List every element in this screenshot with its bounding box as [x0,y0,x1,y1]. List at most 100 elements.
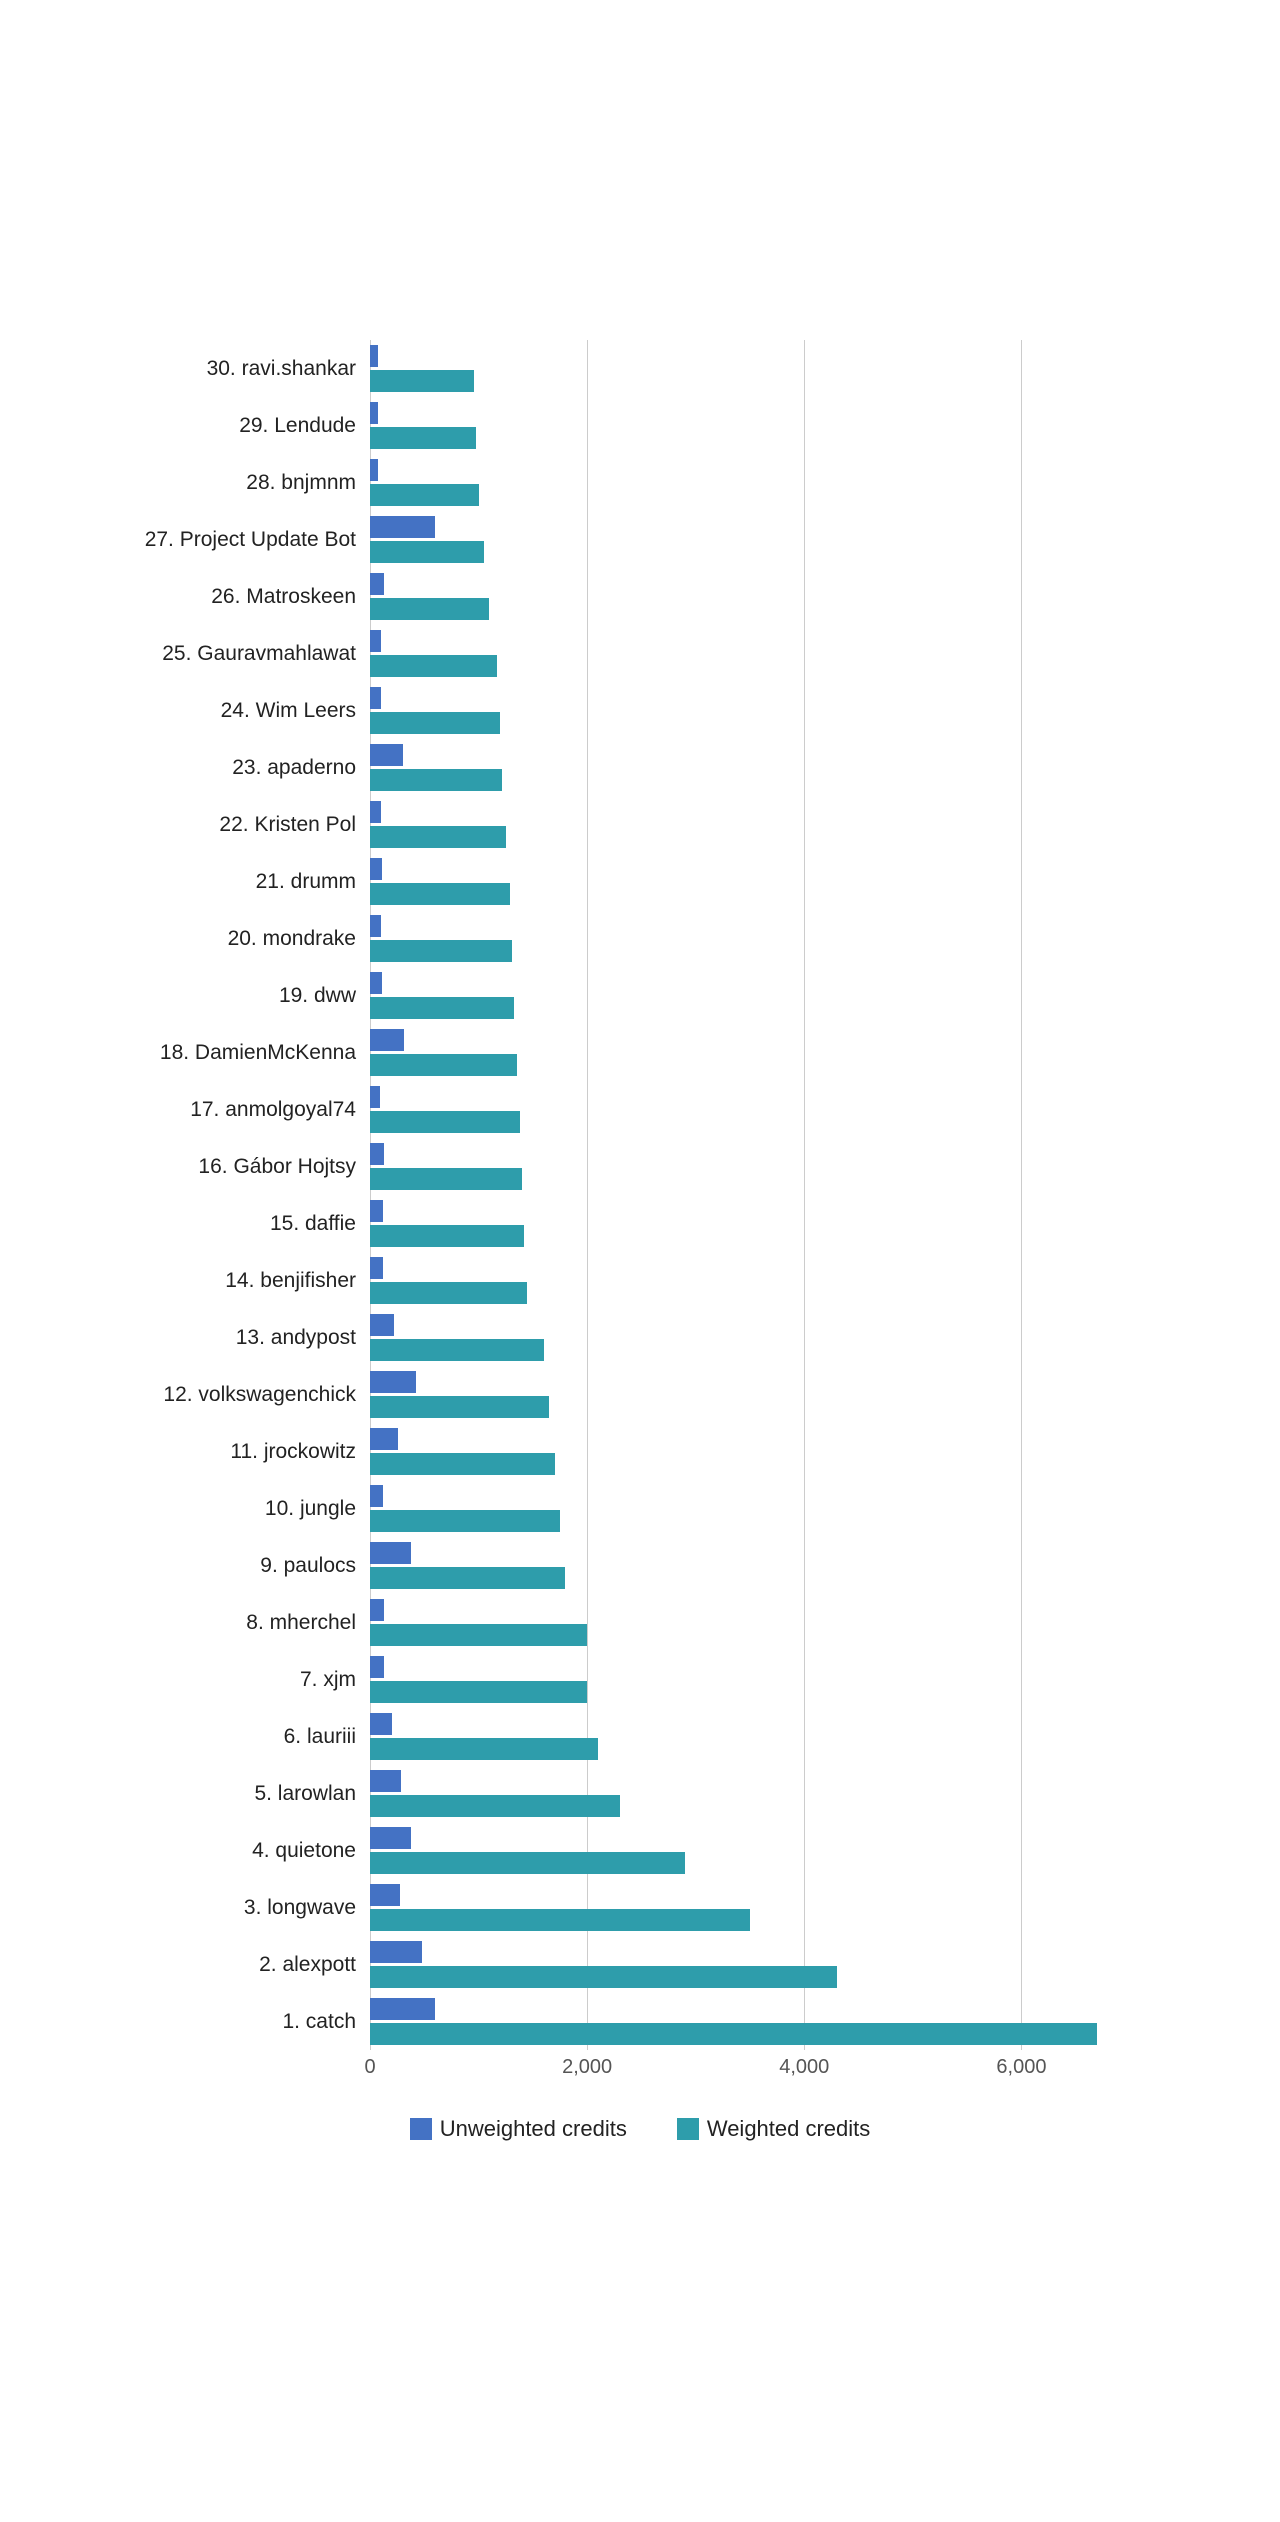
bar-unweighted [370,402,378,424]
bars-wrapper [370,573,489,620]
row-label: 21. drumm [110,870,370,894]
row-group: 28. bnjmnm [110,454,1170,511]
bars-wrapper [370,1542,565,1589]
x-axis-row: 02,0004,0006,000 [370,2056,1130,2086]
row-label: 19. dww [110,984,370,1008]
row-label: 1. catch [110,2010,370,2034]
full-chart: 30. ravi.shankar29. Lendude28. bnjmnm27.… [110,340,1170,2050]
row-group: 5. larowlan [110,1765,1170,1822]
row-group: 16. Gábor Hojtsy [110,1138,1170,1195]
row-group: 22. Kristen Pol [110,796,1170,853]
row-label: 12. volkswagenchick [110,1383,370,1407]
bars-wrapper [370,1086,520,1133]
row-label: 20. mondrake [110,927,370,951]
bars-wrapper [370,345,474,392]
bar-weighted [370,1168,522,1190]
row-group: 15. daffie [110,1195,1170,1252]
bars-wrapper [370,915,512,962]
bar-weighted [370,1054,517,1076]
bar-weighted [370,883,510,905]
bar-unweighted [370,1884,400,1906]
bars-wrapper [370,1941,837,1988]
bar-unweighted [370,345,378,367]
row-label: 4. quietone [110,1839,370,1863]
row-group: 21. drumm [110,853,1170,910]
bar-unweighted [370,1086,380,1108]
bar-unweighted [370,1029,404,1051]
bars-wrapper [370,1599,587,1646]
row-label: 30. ravi.shankar [110,357,370,381]
bars-wrapper [370,972,514,1019]
row-group: 1. catch [110,1993,1170,2050]
row-label: 2. alexpott [110,1953,370,1977]
row-label: 25. Gauravmahlawat [110,642,370,666]
bars-wrapper [370,1143,522,1190]
bar-unweighted [370,744,403,766]
row-label: 28. bnjmnm [110,471,370,495]
bars-wrapper [370,801,506,848]
bar-weighted [370,541,484,563]
row-group: 3. longwave [110,1879,1170,1936]
row-group: 12. volkswagenchick [110,1366,1170,1423]
bar-unweighted [370,915,381,937]
bar-unweighted [370,1941,422,1963]
row-label: 29. Lendude [110,414,370,438]
row-label: 8. mherchel [110,1611,370,1635]
row-label: 22. Kristen Pol [110,813,370,837]
bar-weighted [370,1339,544,1361]
row-label: 7. xjm [110,1668,370,1692]
row-group: 8. mherchel [110,1594,1170,1651]
row-group: 7. xjm [110,1651,1170,1708]
bars-wrapper [370,1371,549,1418]
bars-wrapper [370,402,476,449]
bar-unweighted [370,1428,398,1450]
row-group: 6. lauriii [110,1708,1170,1765]
bar-weighted [370,1909,750,1931]
row-group: 13. andypost [110,1309,1170,1366]
row-label: 5. larowlan [110,1782,370,1806]
row-label: 24. Wim Leers [110,699,370,723]
bars-wrapper [370,1827,685,1874]
row-group: 9. paulocs [110,1537,1170,1594]
row-label: 10. jungle [110,1497,370,1521]
row-group: 17. anmolgoyal74 [110,1081,1170,1138]
row-group: 24. Wim Leers [110,682,1170,739]
x-axis-tick: 0 [364,2056,375,2079]
bar-weighted [370,427,476,449]
bars-wrapper [370,1998,1097,2045]
row-group: 30. ravi.shankar [110,340,1170,397]
bar-weighted [370,1681,587,1703]
bar-unweighted [370,972,382,994]
bar-unweighted [370,1143,384,1165]
bar-unweighted [370,1542,411,1564]
bar-weighted [370,1738,598,1760]
row-label: 26. Matroskeen [110,585,370,609]
row-group: 26. Matroskeen [110,568,1170,625]
row-group: 2. alexpott [110,1936,1170,1993]
bars-wrapper [370,1257,527,1304]
row-label: 6. lauriii [110,1725,370,1749]
row-label: 18. DamienMcKenna [110,1041,370,1065]
bars-wrapper [370,459,479,506]
row-group: 29. Lendude [110,397,1170,454]
bars-wrapper [370,687,500,734]
row-group: 18. DamienMcKenna [110,1024,1170,1081]
legend-unweighted-label: Unweighted credits [440,2116,627,2142]
bar-unweighted [370,687,381,709]
row-group: 10. jungle [110,1480,1170,1537]
bar-weighted [370,1510,560,1532]
bar-unweighted [370,1770,401,1792]
bars-wrapper [370,1029,517,1076]
bar-weighted [370,598,489,620]
bars-wrapper [370,1656,587,1703]
row-group: 11. jrockowitz [110,1423,1170,1480]
bar-unweighted [370,630,381,652]
bar-unweighted [370,858,382,880]
x-axis-tick: 4,000 [779,2056,829,2079]
row-label: 23. apaderno [110,756,370,780]
legend-swatch-unweighted [410,2118,432,2140]
bar-unweighted [370,1257,383,1279]
bars-wrapper [370,1428,555,1475]
row-label: 9. paulocs [110,1554,370,1578]
bars-wrapper [370,1314,544,1361]
